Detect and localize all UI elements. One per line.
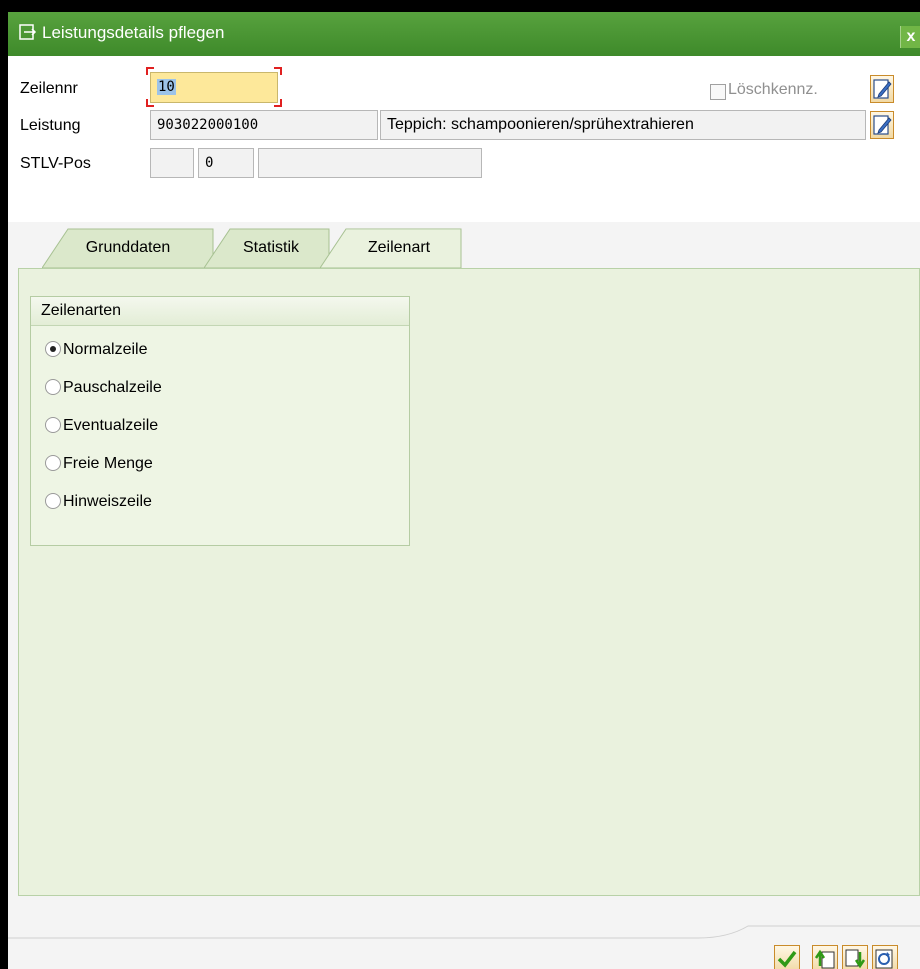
zeilenarten-group: Zeilenarten Normalzeile Pauschalzeile Ev… [30, 296, 410, 546]
leistung-field[interactable]: 903022000100 [150, 110, 378, 140]
stlv-pos-label: STLV-Pos [20, 155, 91, 172]
radio-freie-menge[interactable]: Freie Menge [45, 453, 153, 475]
radio-pauschalzeile[interactable]: Pauschalzeile [45, 377, 162, 399]
radio-normalzeile[interactable]: Normalzeile [45, 339, 147, 361]
check-icon [777, 950, 797, 968]
zeilennr-field[interactable]: 10 [150, 72, 278, 103]
focus-corner-br [274, 99, 282, 107]
group-title: Zeilenarten [31, 297, 409, 326]
refresh-button[interactable] [872, 945, 898, 969]
radio-icon [45, 378, 61, 395]
pencil-icon [873, 79, 892, 99]
tab-zeilenart[interactable]: Zeilenart [320, 228, 462, 268]
leistung-description-field: Teppich: schampoonieren/sprühextrahieren [380, 110, 866, 140]
stlv-field-3[interactable] [258, 148, 482, 178]
dialog-window: Leistungsdetails pflegen x Zeilennr 10 L… [8, 12, 920, 969]
radio-icon [45, 416, 61, 433]
refresh-icon [875, 949, 893, 969]
focus-corner-tr [274, 67, 282, 75]
focus-corner-tl [146, 67, 154, 75]
stlv-field-2[interactable]: 0 [198, 148, 254, 178]
confirm-button[interactable] [774, 945, 800, 969]
previous-entry-button[interactable] [812, 945, 838, 969]
close-icon: x [906, 28, 916, 45]
radio-eventualzeile[interactable]: Eventualzeile [45, 415, 158, 437]
window-title: Leistungsdetails pflegen [42, 23, 225, 42]
radio-selected-icon [45, 340, 61, 357]
next-entry-icon [845, 949, 866, 969]
radio-icon [45, 454, 61, 471]
previous-entry-icon [814, 949, 835, 969]
focus-corner-bl [146, 99, 154, 107]
tab-grunddaten[interactable]: Grunddaten [42, 228, 214, 268]
loeschkennz-label: Löschkennz. [728, 81, 818, 98]
close-button[interactable]: x [900, 26, 920, 48]
window-icon [19, 24, 37, 40]
title-bar: Leistungsdetails pflegen [8, 12, 920, 56]
zeilennr-label: Zeilennr [20, 80, 78, 97]
leistung-label: Leistung [20, 117, 81, 134]
radio-hinweiszeile[interactable]: Hinweiszeile [45, 491, 152, 513]
loeschkennz-checkbox[interactable] [710, 84, 726, 100]
edit-button-zeilennr[interactable] [870, 75, 894, 103]
radio-icon [45, 492, 61, 509]
stlv-field-1[interactable] [150, 148, 194, 178]
pencil-icon [873, 115, 892, 135]
edit-button-leistung[interactable] [870, 111, 894, 139]
next-entry-button[interactable] [842, 945, 868, 969]
tab-statistik[interactable]: Statistik [204, 228, 330, 268]
